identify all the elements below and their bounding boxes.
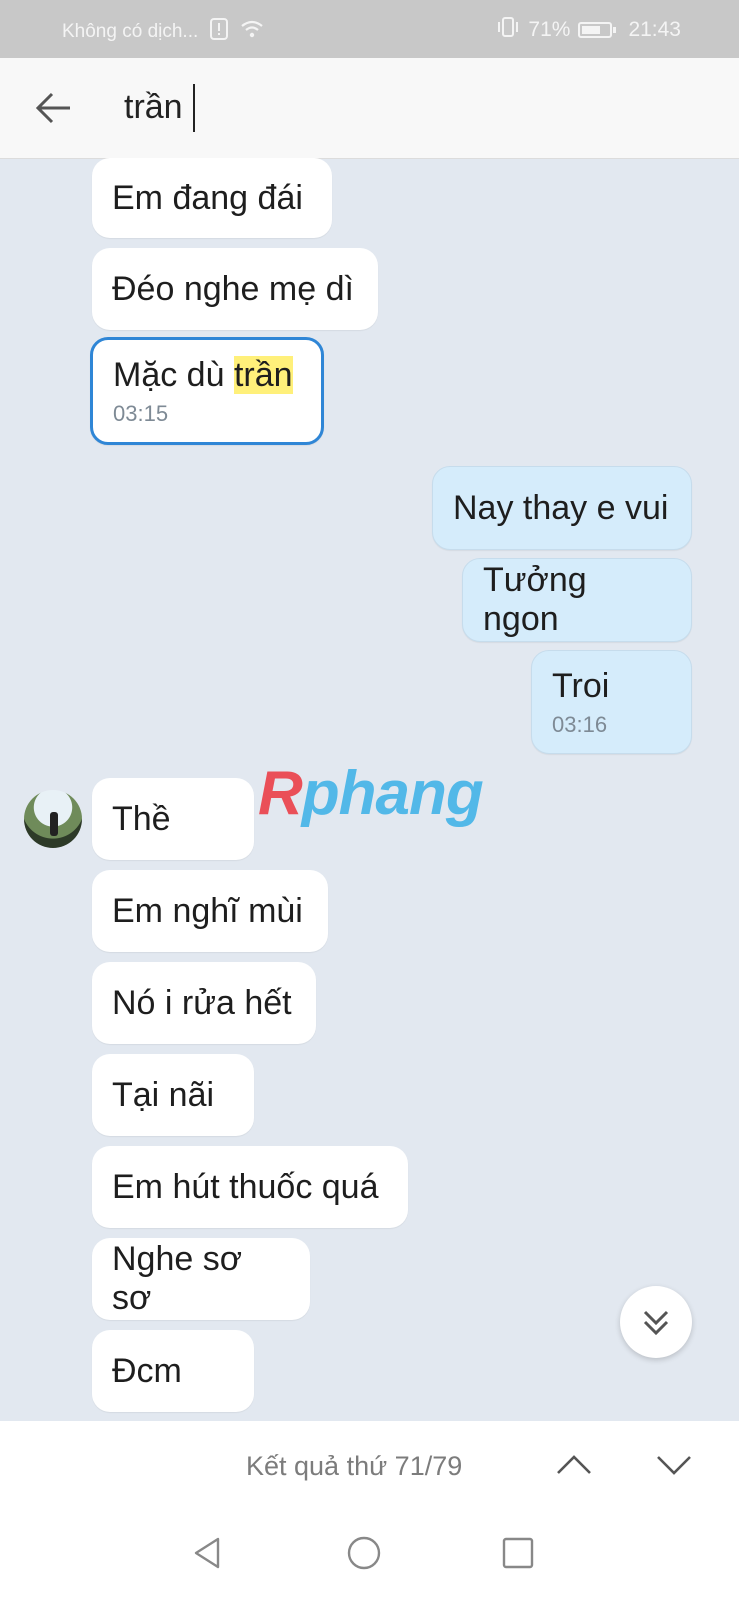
carrier-text: Không có dịch... [62,21,199,42]
message-time: 03:16 [552,711,608,737]
recents-square-icon[interactable] [498,1533,538,1573]
chevron-down-icon [657,1456,691,1475]
message-bubble[interactable]: Nghe sơ sơ [92,1238,310,1320]
message-bubble-outgoing[interactable]: Tưởng ngon [462,558,692,642]
sim-alert-icon [210,18,229,46]
search-result-bar: Kết quả thứ 71/79 [0,1421,739,1511]
message-bubble[interactable]: Đcm [92,1330,254,1412]
search-header: trần [0,58,739,159]
contact-avatar[interactable] [24,790,82,848]
message-text: Tại nãi [112,1075,215,1114]
message-text: Tưởng ngon [483,561,587,638]
clock: 21:43 [628,18,681,41]
message-bubble-outgoing[interactable]: Nay thay e vui [432,466,692,550]
message-bubble-outgoing[interactable]: Troi 03:16 [531,650,692,754]
message-text: Đéo nghe mẹ dì [112,269,354,308]
message-text: Thề [112,799,171,838]
message-text: Nay thay e vui [453,488,669,527]
message-text: Em đang đái [112,178,303,217]
message-bubble[interactable]: Em nghĩ mùi [92,870,328,952]
message-bubble[interactable]: Em đang đái [92,158,332,238]
battery-icon [578,22,617,38]
message-bubble[interactable]: Nó i rửa hết [92,962,316,1044]
message-text: Em nghĩ mùi [112,891,303,930]
message-time: 03:15 [113,400,169,426]
message-bubble[interactable]: Tại nãi [92,1054,254,1136]
battery-percent: 71% [528,18,571,41]
next-result-button[interactable] [652,1445,696,1485]
status-bar: Không có dịch... 71% 21:43 [0,0,739,58]
chevron-up-icon [557,1455,591,1474]
message-text: Đcm [112,1351,182,1390]
scroll-to-bottom-button[interactable] [620,1286,692,1358]
message-text: Nghe sơ sơ [112,1240,243,1317]
message-text: Em hút thuốc quá [112,1167,379,1206]
message-bubble[interactable]: Em hút thuốc quá [92,1146,408,1228]
home-circle-icon[interactable] [344,1533,384,1573]
message-text: Troi [552,666,610,705]
search-input[interactable]: trần [124,88,183,127]
message-bubble[interactable]: Đéo nghe mẹ dì [92,248,378,330]
wifi-icon [240,19,264,45]
message-bubble[interactable]: Thề [92,778,254,860]
vibrate-icon [496,16,520,44]
back-triangle-icon[interactable] [188,1533,228,1573]
text-cursor [193,84,195,132]
result-counter: Kết quả thứ 71/79 [246,1451,463,1481]
system-navigation-bar [0,1511,739,1600]
message-text: Mặc dù trần [113,355,293,394]
previous-result-button[interactable] [552,1445,596,1485]
search-highlight: trần [233,355,293,394]
back-arrow-icon[interactable] [34,88,74,128]
message-bubble-search-match[interactable]: Mặc dù trần 03:15 [90,337,324,445]
double-chevron-down-icon [643,1310,669,1336]
watermark-logo: Rphang [258,759,484,828]
chat-area[interactable]: Em đang đái Đéo nghe mẹ dì Mặc dù trần 0… [0,158,739,1421]
message-text: Nó i rửa hết [112,983,292,1022]
